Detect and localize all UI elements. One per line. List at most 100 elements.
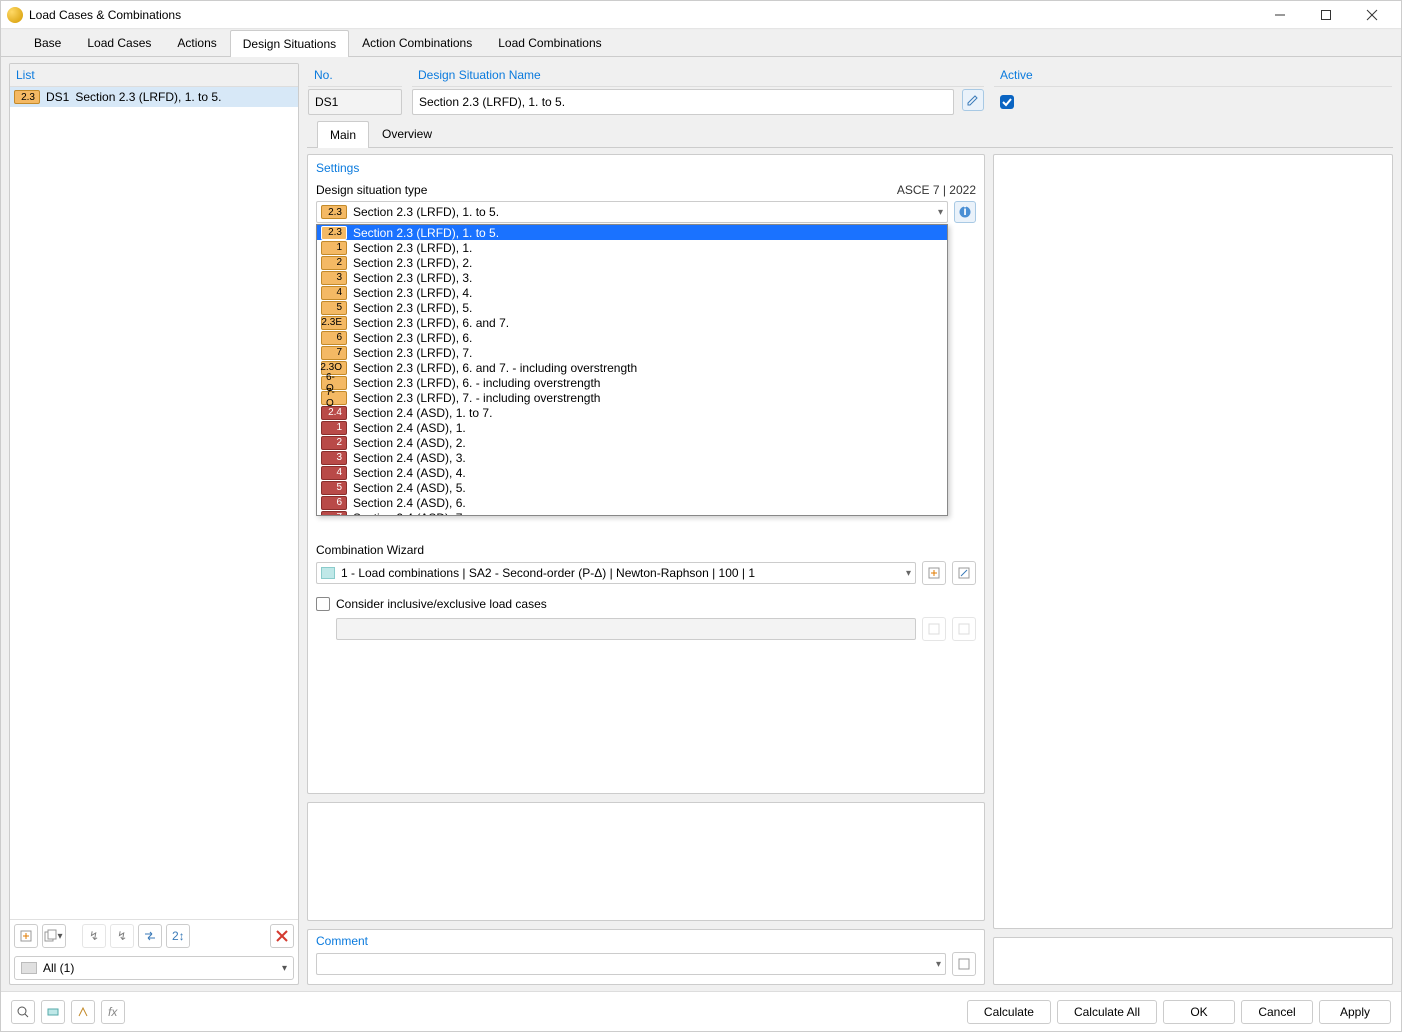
swap-button[interactable] bbox=[138, 924, 162, 948]
design-type-option[interactable]: 2Section 2.3 (LRFD), 2. bbox=[317, 255, 947, 270]
design-type-option[interactable]: 2.4Section 2.4 (ASD), 1. to 7. bbox=[317, 405, 947, 420]
tab-base[interactable]: Base bbox=[21, 29, 74, 56]
comment-button[interactable] bbox=[952, 952, 976, 976]
no-field: DS1 bbox=[308, 89, 402, 115]
design-type-option[interactable]: 7Section 2.3 (LRFD), 7. bbox=[317, 345, 947, 360]
delete-item-button[interactable] bbox=[270, 924, 294, 948]
maximize-button[interactable] bbox=[1303, 1, 1349, 29]
option-badge: 6 bbox=[321, 496, 347, 510]
calculate-all-button[interactable]: Calculate All bbox=[1057, 1000, 1157, 1024]
preview-panel-top bbox=[993, 154, 1393, 929]
option-badge: 1 bbox=[321, 421, 347, 435]
close-button[interactable] bbox=[1349, 1, 1395, 29]
blank-panel-1 bbox=[307, 802, 985, 921]
list-filter-select[interactable]: All (1) ▾ bbox=[14, 956, 294, 980]
list-item-name: Section 2.3 (LRFD), 1. to 5. bbox=[75, 90, 221, 104]
option-badge: 5 bbox=[321, 481, 347, 495]
subtab-overview[interactable]: Overview bbox=[369, 120, 445, 147]
design-type-option[interactable]: 2.3Section 2.3 (LRFD), 1. to 5. bbox=[317, 225, 947, 240]
design-type-option[interactable]: 4Section 2.4 (ASD), 4. bbox=[317, 465, 947, 480]
apply-button[interactable]: Apply bbox=[1319, 1000, 1391, 1024]
design-type-option[interactable]: 7Section 2.4 (ASD), 7. bbox=[317, 510, 947, 516]
option-label: Section 2.3 (LRFD), 7. bbox=[353, 346, 472, 360]
design-type-option[interactable]: 2.3ESection 2.3 (LRFD), 6. and 7. bbox=[317, 315, 947, 330]
svg-text:2↕: 2↕ bbox=[172, 929, 185, 943]
tab-action-combinations[interactable]: Action Combinations bbox=[349, 29, 485, 56]
footer-tool-3[interactable] bbox=[71, 1000, 95, 1024]
design-type-select[interactable]: 2.3 Section 2.3 (LRFD), 1. to 5. ▾ 2.3Se… bbox=[316, 201, 948, 223]
list-toolbar: ▾ ↯ ↯ 2↕ bbox=[10, 919, 298, 952]
info-button[interactable]: i bbox=[954, 201, 976, 223]
wizard-select[interactable]: 1 - Load combinations | SA2 - Second-ord… bbox=[316, 562, 916, 584]
option-badge: 2 bbox=[321, 436, 347, 450]
minimize-button[interactable] bbox=[1257, 1, 1303, 29]
design-type-option[interactable]: 5Section 2.3 (LRFD), 5. bbox=[317, 300, 947, 315]
selected-label: Section 2.3 (LRFD), 1. to 5. bbox=[353, 205, 499, 219]
cases-new-button bbox=[922, 617, 946, 641]
option-badge: 6 bbox=[321, 331, 347, 345]
design-type-option[interactable]: 3Section 2.4 (ASD), 3. bbox=[317, 450, 947, 465]
window-title: Load Cases & Combinations bbox=[29, 8, 1257, 22]
active-checkbox[interactable] bbox=[1000, 95, 1014, 109]
footer-search-button[interactable] bbox=[11, 1000, 35, 1024]
design-type-option[interactable]: 2.3OSection 2.3 (LRFD), 6. and 7. - incl… bbox=[317, 360, 947, 375]
design-type-option[interactable]: 6Section 2.3 (LRFD), 6. bbox=[317, 330, 947, 345]
calculate-button[interactable]: Calculate bbox=[967, 1000, 1051, 1024]
chevron-down-icon: ▾ bbox=[938, 207, 943, 218]
design-type-options[interactable]: 2.3Section 2.3 (LRFD), 1. to 5.1Section … bbox=[316, 224, 948, 516]
sort-button[interactable]: 2↕ bbox=[166, 924, 190, 948]
design-type-option[interactable]: 4Section 2.3 (LRFD), 4. bbox=[317, 285, 947, 300]
toolbar-action-2: ↯ bbox=[110, 924, 134, 948]
chevron-down-icon: ▾ bbox=[282, 963, 287, 974]
option-badge: 7-O bbox=[321, 391, 347, 405]
design-type-option[interactable]: 3Section 2.3 (LRFD), 3. bbox=[317, 270, 947, 285]
wizard-edit-button[interactable] bbox=[952, 561, 976, 585]
new-item-button[interactable] bbox=[14, 924, 38, 948]
sub-tab-strip: MainOverview bbox=[307, 122, 1393, 148]
option-label: Section 2.4 (ASD), 1. to 7. bbox=[353, 406, 492, 420]
list-item[interactable]: 2.3DS1Section 2.3 (LRFD), 1. to 5. bbox=[10, 87, 298, 107]
option-label: Section 2.4 (ASD), 1. bbox=[353, 421, 466, 435]
design-type-label: Design situation type bbox=[316, 183, 427, 197]
no-label: No. bbox=[308, 64, 402, 87]
selected-badge: 2.3 bbox=[321, 205, 347, 219]
cancel-button[interactable]: Cancel bbox=[1241, 1000, 1313, 1024]
name-field[interactable]: Section 2.3 (LRFD), 1. to 5. bbox=[412, 89, 954, 115]
subtab-main[interactable]: Main bbox=[317, 121, 369, 148]
tab-design-situations[interactable]: Design Situations bbox=[230, 30, 349, 57]
option-badge: 5 bbox=[321, 301, 347, 315]
tab-load-cases[interactable]: Load Cases bbox=[74, 29, 164, 56]
option-label: Section 2.4 (ASD), 2. bbox=[353, 436, 466, 450]
wizard-swatch bbox=[321, 567, 335, 579]
design-type-option[interactable]: 6 Section 2.4 (ASD), 6. bbox=[317, 495, 947, 510]
name-label: Design Situation Name bbox=[412, 64, 984, 87]
consider-cases-checkbox[interactable] bbox=[316, 597, 330, 611]
design-type-option[interactable]: 1 Section 2.4 (ASD), 1. bbox=[317, 420, 947, 435]
option-label: Section 2.3 (LRFD), 1. to 5. bbox=[353, 226, 499, 240]
ok-button[interactable]: OK bbox=[1163, 1000, 1235, 1024]
option-badge: 1 bbox=[321, 241, 347, 255]
design-type-option[interactable]: 5Section 2.4 (ASD), 5. bbox=[317, 480, 947, 495]
design-type-option[interactable]: 2 Section 2.4 (ASD), 2. bbox=[317, 435, 947, 450]
preview-panel-bottom bbox=[993, 937, 1393, 985]
edit-name-button[interactable] bbox=[962, 89, 984, 111]
option-label: Section 2.3 (LRFD), 7. - including overs… bbox=[353, 391, 600, 405]
option-label: Section 2.4 (ASD), 6. bbox=[353, 496, 466, 510]
standard-label: ASCE 7 | 2022 bbox=[897, 183, 976, 197]
tab-load-combinations[interactable]: Load Combinations bbox=[485, 29, 614, 56]
footer-units-button[interactable] bbox=[41, 1000, 65, 1024]
comment-title: Comment bbox=[316, 934, 976, 948]
svg-text:i: i bbox=[963, 204, 966, 218]
design-type-option[interactable]: 7-O Section 2.3 (LRFD), 7. - including ov… bbox=[317, 390, 947, 405]
tab-actions[interactable]: Actions bbox=[164, 29, 229, 56]
list-body[interactable]: 2.3DS1Section 2.3 (LRFD), 1. to 5. bbox=[10, 87, 298, 919]
settings-title: Settings bbox=[316, 161, 976, 175]
comment-select[interactable]: ▾ bbox=[316, 953, 946, 975]
wizard-value: 1 - Load combinations | SA2 - Second-ord… bbox=[341, 566, 755, 580]
cases-input-disabled bbox=[336, 618, 916, 640]
design-type-option[interactable]: 1Section 2.3 (LRFD), 1. bbox=[317, 240, 947, 255]
copy-item-button[interactable]: ▾ bbox=[42, 924, 66, 948]
footer-tool-4[interactable]: fx bbox=[101, 1000, 125, 1024]
design-type-option[interactable]: 6-OSection 2.3 (LRFD), 6. - including ov… bbox=[317, 375, 947, 390]
wizard-new-button[interactable] bbox=[922, 561, 946, 585]
